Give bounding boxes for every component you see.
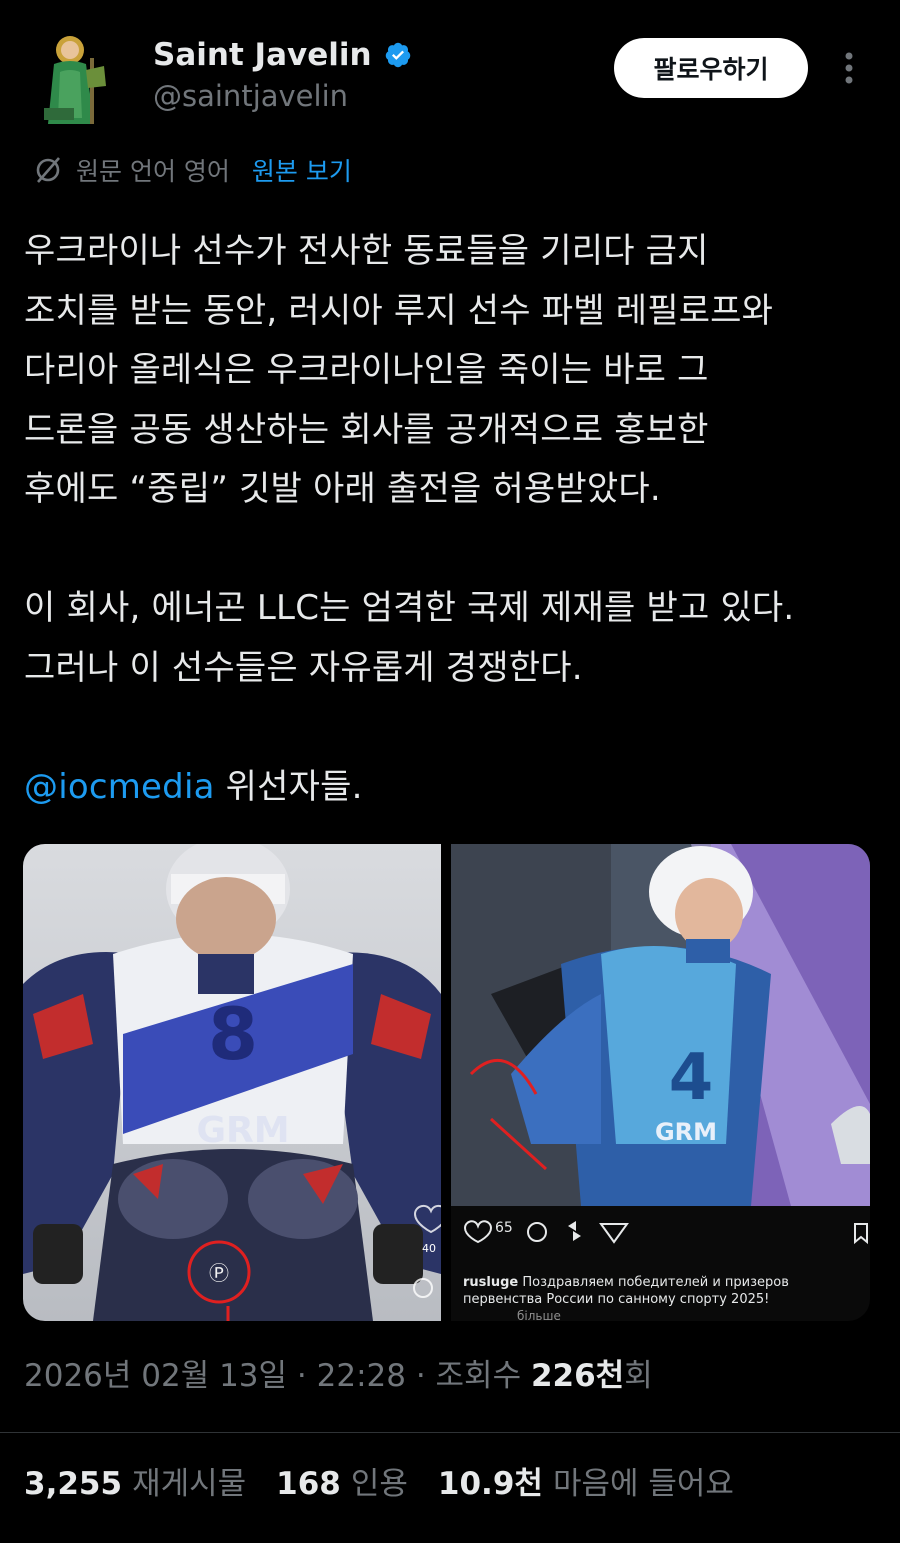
saint-javelin-avatar-icon [24,28,132,136]
ig-repost-icon [568,1221,581,1241]
reposts-label: 재게시물 [132,1466,247,1502]
mention-link[interactable]: @iocmedia [24,767,215,807]
overlay-like-count: 40 [422,1242,436,1255]
tweet-paragraph-3-text: 위선자들. [214,766,363,807]
reposts-count: 3,255 [24,1466,123,1502]
ig-more-link: більше [517,1309,561,1321]
tweet-text: 우크라이나 선수가 전사한 동료들을 기리다 금지 조치를 받는 동안, 러시아… [24,222,884,817]
tweet-paragraph-3: @iocmedia 위선자들. [24,758,884,818]
display-name[interactable]: Saint Javelin [153,36,372,74]
avatar[interactable] [24,28,132,136]
views-count: 226천 [530,1358,625,1394]
ig-comment-icon [527,1222,547,1242]
engagement-stats: 3,255 재게시물 168 인용 10.9천 마음에 들어요 [24,1462,734,1506]
display-name-row[interactable]: Saint Javelin [153,36,412,74]
sponsor-logo-text: GRM [196,1110,289,1151]
sponsor-logo-text: GRM [655,1118,717,1146]
views-suffix: 회 [624,1358,653,1394]
likes-count: 10.9천 [437,1466,543,1502]
media-photo-2[interactable]: 4 GRM 65 rusluge Поздравляем победителей… [451,844,870,1321]
svg-text:Ⓟ: Ⓟ [209,1261,229,1285]
divider [0,1432,900,1433]
ig-like-icon [463,1220,493,1244]
likes-stat[interactable]: 10.9천 마음에 들어요 [438,1462,734,1506]
tweet-meta: 2026년 02월 13일 · 22:28 · 조회수 226천회 [24,1358,653,1394]
tweet-paragraph-1: 우크라이나 선수가 전사한 동료들을 기리다 금지 조치를 받는 동안, 러시아… [24,231,774,509]
tweet-paragraph-2: 이 회사, 에너곤 LLC는 엄격한 국제 제재를 받고 있다. 그러나 이 선… [24,588,795,688]
ig-like-count: 65 [495,1220,513,1236]
user-identity[interactable]: Saint Javelin @saintjavelin [153,36,412,114]
translate-icon [36,157,60,183]
quotes-stat[interactable]: 168 인용 [276,1462,408,1506]
ig-share-icon [599,1223,629,1244]
tweet-date[interactable]: 2026년 02월 13일 [24,1358,287,1394]
bib-number: 8 [208,992,258,1076]
quotes-label: 인용 [350,1466,408,1502]
ig-bookmark-icon [854,1223,868,1245]
bib-number: 4 [669,1041,714,1115]
verified-badge-icon [385,42,410,68]
ig-username: rusluge [463,1275,519,1290]
tweet-time[interactable]: 22:28 [317,1358,406,1394]
handle[interactable]: @saintjavelin [153,78,412,114]
quotes-count: 168 [276,1466,341,1502]
likes-label: 마음에 들어요 [552,1466,734,1502]
translation-source-language: 원문 언어 영어 [76,157,230,186]
instagram-caption-bar: 65 rusluge Поздравляем победителей и при… [451,1206,870,1321]
luge-athlete-male-photo: 8 GRM Ⓟ 40 [23,844,441,1321]
media-photo-1[interactable]: 8 GRM Ⓟ 40 [23,844,441,1321]
translation-row: 원문 언어 영어 원본 보기 [32,150,352,190]
reposts-stat[interactable]: 3,255 재게시물 [24,1462,246,1506]
more-options-icon[interactable] [838,48,860,88]
follow-button[interactable]: 팔로우하기 [614,38,808,98]
ig-caption: rusluge Поздравляем победителей и призер… [463,1274,863,1308]
media-grid: 8 GRM Ⓟ 40 4 GRM 65 rusluge Поздравляем … [23,844,870,1321]
views-label: 조회수 [435,1358,522,1394]
show-original-link[interactable]: 원본 보기 [252,152,352,188]
